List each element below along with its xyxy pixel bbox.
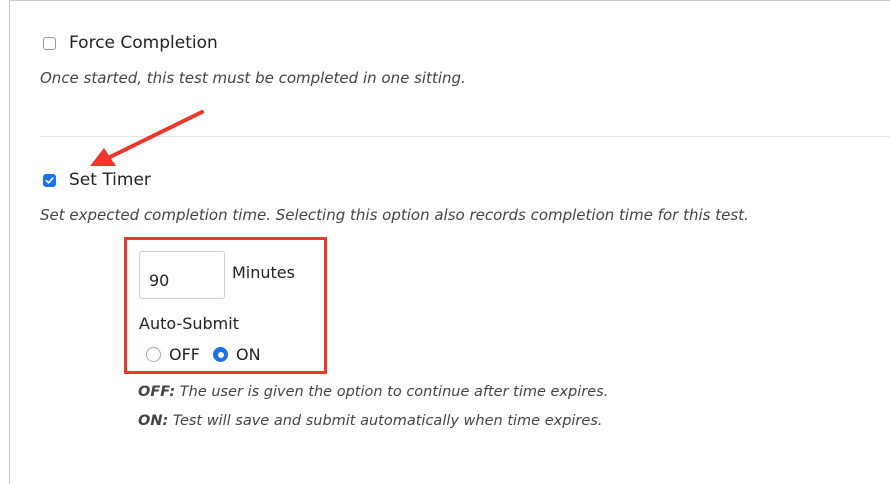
minutes-input[interactable] <box>139 251 225 299</box>
force-completion-description: Once started, this test must be complete… <box>40 69 466 87</box>
checkmark-icon <box>45 176 54 184</box>
off-help-body: The user is given the option to continue… <box>175 384 609 400</box>
auto-submit-on-radio[interactable] <box>213 347 228 362</box>
set-timer-label: Set Timer <box>69 170 151 190</box>
on-help-body: Test will save and submit automatically … <box>168 413 603 429</box>
auto-submit-off-label[interactable]: OFF <box>169 345 200 364</box>
on-help-text: ON: Test will save and submit automatica… <box>138 413 602 429</box>
force-completion-label: Force Completion <box>69 33 218 53</box>
set-timer-checkbox[interactable] <box>43 173 56 187</box>
set-timer-description: Set expected completion time. Selecting … <box>40 206 749 224</box>
minutes-label: Minutes <box>232 263 295 282</box>
annotation-arrow-icon <box>90 110 204 166</box>
auto-submit-radio-group: OFF ON <box>146 345 261 364</box>
auto-submit-label: Auto-Submit <box>139 314 239 333</box>
auto-submit-on-label[interactable]: ON <box>236 345 261 364</box>
off-help-text: OFF: The user is given the option to con… <box>138 384 608 400</box>
off-help-key: OFF: <box>138 384 176 400</box>
on-help-key: ON: <box>138 413 169 429</box>
force-completion-checkbox[interactable] <box>43 36 56 50</box>
auto-submit-off-radio[interactable] <box>146 347 161 362</box>
set-timer-option[interactable]: Set Timer <box>43 170 151 190</box>
force-completion-option[interactable]: Force Completion <box>43 33 218 53</box>
